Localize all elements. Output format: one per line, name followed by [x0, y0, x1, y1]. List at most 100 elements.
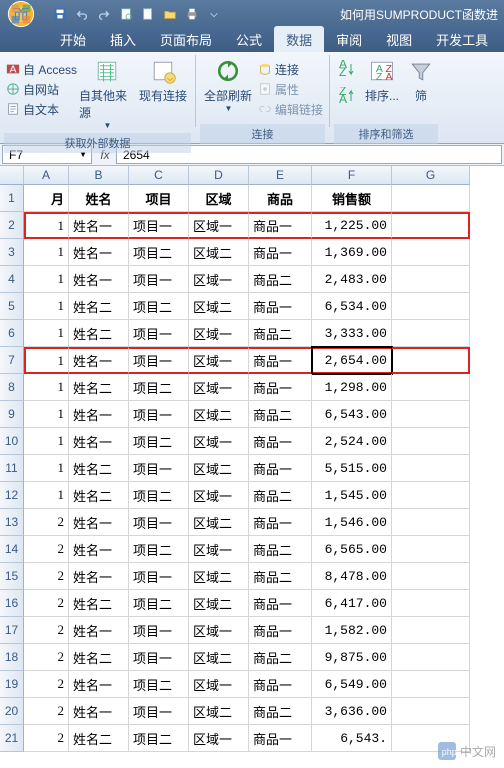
cell[interactable]: 姓名一: [69, 671, 129, 698]
cell[interactable]: 1,545.00: [312, 482, 392, 509]
from-text-button[interactable]: 自文本: [4, 100, 79, 119]
row-header[interactable]: 9: [0, 401, 24, 428]
cell[interactable]: [392, 725, 470, 752]
cell[interactable]: 姓名二: [69, 590, 129, 617]
existing-connections-button[interactable]: 现有连接: [135, 54, 191, 107]
col-header[interactable]: [0, 166, 24, 185]
row-header[interactable]: 7: [0, 347, 24, 374]
header-cell[interactable]: 月: [24, 185, 69, 212]
cell[interactable]: 姓名一: [69, 266, 129, 293]
cell[interactable]: [392, 293, 470, 320]
print-preview-icon[interactable]: [116, 4, 136, 24]
cell[interactable]: 1: [24, 347, 69, 374]
cell[interactable]: 商品一: [249, 374, 312, 401]
cell[interactable]: 姓名一: [69, 401, 129, 428]
cell[interactable]: 项目一: [129, 266, 189, 293]
cell[interactable]: [392, 347, 470, 374]
cell[interactable]: 商品二: [249, 482, 312, 509]
cell[interactable]: [392, 536, 470, 563]
cell[interactable]: 1: [24, 293, 69, 320]
cell[interactable]: 2: [24, 563, 69, 590]
cell[interactable]: 3,333.00: [312, 320, 392, 347]
cell[interactable]: 1: [24, 266, 69, 293]
row-header[interactable]: 21: [0, 725, 24, 752]
cell[interactable]: 9,875.00: [312, 644, 392, 671]
row-header[interactable]: 20: [0, 698, 24, 725]
cell[interactable]: 姓名一: [69, 239, 129, 266]
col-header[interactable]: B: [69, 166, 129, 185]
row-header[interactable]: 18: [0, 644, 24, 671]
cell[interactable]: 区域二: [189, 563, 249, 590]
cell[interactable]: 2,524.00: [312, 428, 392, 455]
cell[interactable]: 姓名二: [69, 374, 129, 401]
cell[interactable]: [392, 266, 470, 293]
row-header[interactable]: 11: [0, 455, 24, 482]
cell[interactable]: 区域一: [189, 536, 249, 563]
cell[interactable]: 区域一: [189, 212, 249, 239]
cell[interactable]: 商品一: [249, 293, 312, 320]
cell[interactable]: 项目二: [129, 293, 189, 320]
cell[interactable]: 区域一: [189, 347, 249, 374]
cell[interactable]: 1: [24, 428, 69, 455]
sort-button[interactable]: AZZA排序...: [360, 54, 404, 107]
cell[interactable]: 姓名一: [69, 617, 129, 644]
cell[interactable]: 姓名二: [69, 455, 129, 482]
cell[interactable]: 2: [24, 509, 69, 536]
cell[interactable]: 2: [24, 590, 69, 617]
cell[interactable]: 6,534.00: [312, 293, 392, 320]
cell[interactable]: 2: [24, 671, 69, 698]
col-header[interactable]: A: [24, 166, 69, 185]
row-header[interactable]: 16: [0, 590, 24, 617]
cell[interactable]: 姓名二: [69, 320, 129, 347]
cell[interactable]: 商品二: [249, 320, 312, 347]
header-cell[interactable]: 项目: [129, 185, 189, 212]
office-button[interactable]: [0, 0, 46, 28]
cell[interactable]: 商品一: [249, 347, 312, 374]
cell[interactable]: 2,483.00: [312, 266, 392, 293]
row-header[interactable]: 3: [0, 239, 24, 266]
cell[interactable]: 商品一: [249, 239, 312, 266]
cell[interactable]: [392, 401, 470, 428]
cell[interactable]: 商品一: [249, 212, 312, 239]
cell[interactable]: 项目二: [129, 428, 189, 455]
cell[interactable]: [392, 374, 470, 401]
cell[interactable]: 6,417.00: [312, 590, 392, 617]
cell[interactable]: 姓名一: [69, 563, 129, 590]
row-header[interactable]: 8: [0, 374, 24, 401]
cell[interactable]: 项目一: [129, 563, 189, 590]
row-header[interactable]: 10: [0, 428, 24, 455]
refresh-all-button[interactable]: 全部刷新▼: [200, 54, 256, 116]
cell[interactable]: 项目一: [129, 320, 189, 347]
row-header[interactable]: 6: [0, 320, 24, 347]
cell[interactable]: 区域一: [189, 482, 249, 509]
tab-审阅[interactable]: 审阅: [324, 26, 374, 52]
cell[interactable]: 商品一: [249, 671, 312, 698]
undo-icon[interactable]: [72, 4, 92, 24]
from-access-button[interactable]: A自 Access: [4, 60, 79, 79]
cell[interactable]: [392, 455, 470, 482]
cell[interactable]: 项目一: [129, 455, 189, 482]
cell[interactable]: [392, 563, 470, 590]
from-web-button[interactable]: 自网站: [4, 80, 79, 99]
cell[interactable]: 区域二: [189, 239, 249, 266]
sort-desc-icon[interactable]: ZA: [337, 87, 357, 108]
cell[interactable]: 5,515.00: [312, 455, 392, 482]
tab-页面布局[interactable]: 页面布局: [148, 26, 224, 52]
cell[interactable]: [392, 590, 470, 617]
cell[interactable]: 区域一: [189, 671, 249, 698]
cell[interactable]: [392, 509, 470, 536]
cell[interactable]: 商品一: [249, 590, 312, 617]
cell[interactable]: 1,546.00: [312, 509, 392, 536]
cell[interactable]: [392, 185, 470, 212]
new-icon[interactable]: [138, 4, 158, 24]
cell[interactable]: 1,298.00: [312, 374, 392, 401]
cell[interactable]: 区域二: [189, 698, 249, 725]
cell[interactable]: [392, 617, 470, 644]
cell[interactable]: 姓名一: [69, 509, 129, 536]
from-other-sources-button[interactable]: 自其他来源▼: [79, 54, 135, 133]
cell[interactable]: 商品一: [249, 455, 312, 482]
cell[interactable]: 商品一: [249, 617, 312, 644]
cell[interactable]: 商品二: [249, 266, 312, 293]
cell[interactable]: [392, 698, 470, 725]
cell[interactable]: 区域一: [189, 266, 249, 293]
